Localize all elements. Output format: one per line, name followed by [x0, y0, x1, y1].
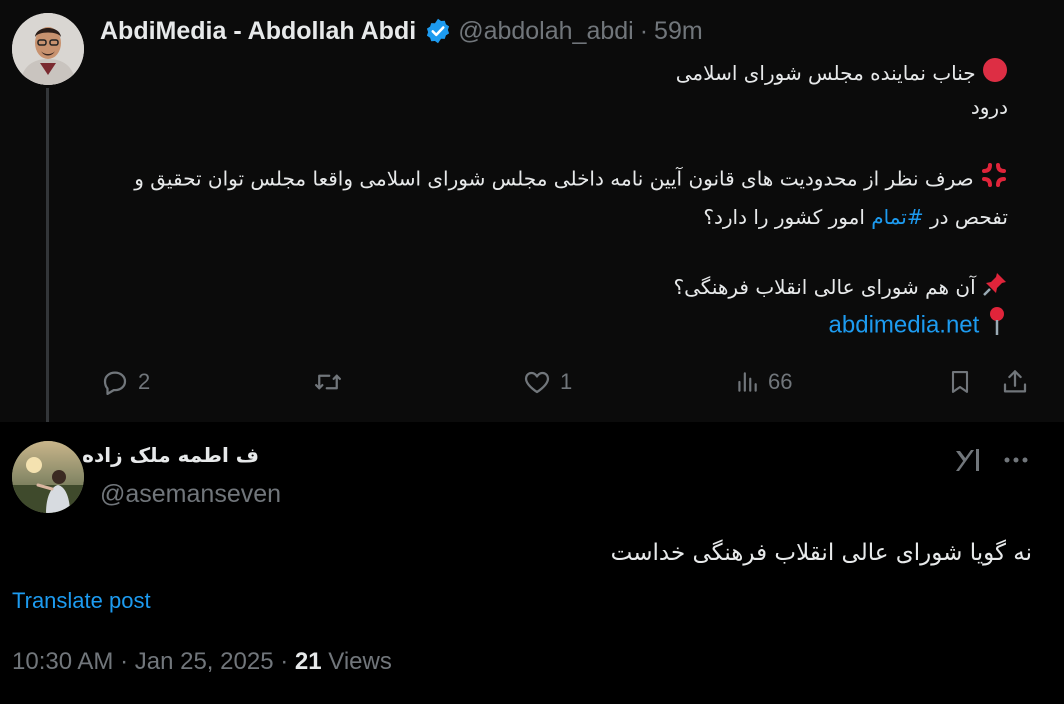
reply-icon — [103, 371, 127, 395]
views-count: 66 — [768, 369, 793, 394]
red-circle-emoji — [982, 57, 1008, 93]
repost-button[interactable] — [312, 362, 352, 402]
views-button[interactable]: 66 — [734, 362, 792, 402]
anger-symbol-emoji — [980, 161, 1008, 199]
share-icon — [1003, 370, 1027, 393]
reply-text: نه گویا شورای عالی انقلاب فرهنگی خداست — [610, 540, 1032, 566]
post-time[interactable]: 10:30 AM — [12, 648, 113, 675]
pushpin-emoji — [982, 271, 1008, 307]
external-link[interactable]: abdimedia.net — [829, 311, 980, 338]
translate-post-link[interactable]: Translate post — [12, 588, 151, 614]
bookmark-icon — [951, 371, 969, 393]
bookmark-button[interactable] — [946, 362, 974, 402]
views-count-detail: 21 — [294, 648, 322, 675]
post-date[interactable]: Jan 25, 2025 — [135, 648, 274, 675]
post-meta: 10:30 AM · Jan 25, 2025 · 21 Views — [12, 648, 392, 675]
avatar-asemanseven[interactable] — [12, 441, 84, 513]
post-header: AbdiMedia - Abdollah Abdi @abdolah_abdi … — [100, 14, 703, 48]
views-label: Views — [328, 648, 392, 675]
handle[interactable]: @abdolah_abdi — [458, 17, 634, 46]
share-button[interactable] — [1000, 362, 1030, 402]
round-pushpin-emoji — [986, 306, 1008, 346]
like-button[interactable]: 1 — [522, 362, 572, 402]
post-line-3: صرف نظر از محدودیت های قانون آیین نامه د… — [134, 161, 1008, 195]
grok-icon[interactable] — [952, 444, 984, 481]
avatar-abdimedia[interactable] — [12, 13, 84, 85]
more-icon[interactable] — [1000, 444, 1032, 481]
post-line-2: درود — [970, 95, 1008, 119]
separator: · — [639, 16, 649, 45]
reply-count: 2 — [138, 369, 151, 394]
like-count: 1 — [560, 369, 573, 394]
views-icon — [738, 372, 757, 392]
post-line-5: آن هم شورای عالی انقلاب فرهنگی؟ — [673, 270, 1008, 304]
like-icon — [524, 371, 550, 394]
action-bar: 2 1 66 — [0, 362, 1064, 402]
display-name[interactable]: AbdiMedia - Abdollah Abdi — [100, 17, 416, 46]
reply-handle[interactable]: @asemanseven — [100, 480, 281, 509]
verified-badge-icon — [424, 17, 452, 45]
post-line-6: abdimedia.net — [829, 306, 1008, 340]
repost-icon — [315, 374, 341, 390]
reply-display-name[interactable]: ف اطمه ملک زاده — [82, 443, 259, 467]
hashtag-link[interactable]: #تمام — [871, 205, 923, 229]
reply-button[interactable]: 2 — [100, 362, 150, 402]
post-line-4: تفحص در #تمام امور کشور را دارد؟ — [703, 205, 1008, 229]
timestamp[interactable]: 59m — [654, 17, 703, 46]
post-line-1: جناب نماینده مجلس شورای اسلامی — [676, 56, 1008, 90]
